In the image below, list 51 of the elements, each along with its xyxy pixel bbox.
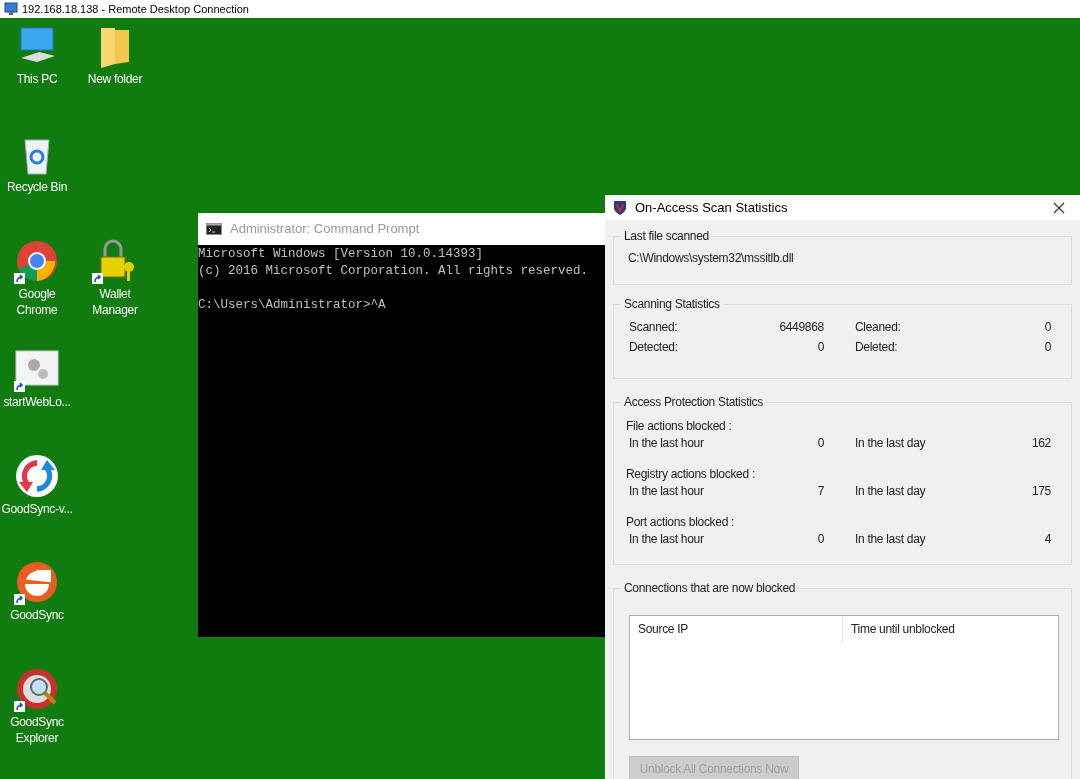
file-path: C:\Windows\system32\mssitlb.dll [628, 251, 794, 265]
icon-label[interactable]: GoodSync-v... [1, 501, 73, 517]
console-line: (c) 2016 Microsoft Corporation. All rights reserved. [198, 263, 590, 280]
icon-label[interactable]: Wallet Manager [78, 286, 152, 318]
stat-value: 162 [1030, 435, 1051, 451]
column-header[interactable]: Source IP [630, 616, 843, 642]
stat-value: 0 [1043, 339, 1051, 354]
icon-label[interactable]: New folder [87, 71, 143, 87]
stat-label: Deleted: [855, 339, 899, 354]
stat-value: 0 [816, 435, 824, 451]
stat-label: In the last hour [629, 483, 705, 499]
icon-label[interactable]: Google Chrome [0, 286, 74, 318]
stat-label: Detected: [629, 339, 679, 354]
remote-desktop-icon [4, 2, 18, 16]
window-title: On-Access Scan Statistics [635, 198, 788, 217]
icon-label[interactable]: This PC [16, 71, 58, 87]
icon-label[interactable]: GoodSync Explorer [0, 714, 74, 746]
stat-label: Scanned: [629, 319, 679, 334]
stat-value: 6449868 [778, 319, 824, 334]
stat-label: In the last day [855, 531, 927, 547]
shield-icon [613, 199, 627, 216]
icon-label[interactable]: GoodSync [10, 607, 64, 623]
sync-arrows-icon [15, 454, 59, 498]
window-title: 192.168.18.138 - Remote Desktop Connection [22, 1, 249, 17]
stat-value: 4 [1043, 531, 1051, 547]
category-label: Port actions blocked : [626, 514, 736, 530]
stat-value: 7 [816, 483, 824, 499]
category-label: File actions blocked : [626, 418, 733, 434]
stat-value: 0 [816, 339, 824, 354]
console-prompt: C:\Users\Administrator>^A [198, 297, 387, 314]
stat-value: 0 [816, 531, 824, 547]
stat-label: In the last day [855, 483, 927, 499]
stat-label: In the last hour [629, 435, 705, 451]
category-label: Registry actions blocked : [626, 466, 756, 482]
desktop-icon-tile[interactable] [13, 452, 61, 500]
console-line: Microsoft Windows [Version 10.0.14393] [198, 246, 485, 263]
window-title: Administrator: Command Prompt [230, 220, 420, 239]
icon-label[interactable]: Recycle Bin [6, 179, 68, 195]
stat-label: Cleaned: [855, 319, 902, 334]
stat-label: In the last day [855, 435, 927, 451]
stat-value: 0 [1043, 319, 1051, 334]
magnifier-sync-icon [15, 667, 59, 711]
column-header[interactable]: Time until unblocked [843, 616, 1058, 642]
close-icon [1053, 201, 1065, 214]
icon-label[interactable]: startWebLo... [3, 394, 71, 410]
stat-label: In the last hour [629, 531, 705, 547]
sync-circle-icon [15, 560, 59, 604]
stat-value: 175 [1030, 483, 1051, 499]
browser-icon [15, 239, 59, 283]
console-icon [206, 223, 222, 235]
group-heading: Scanning Statistics [622, 296, 722, 312]
